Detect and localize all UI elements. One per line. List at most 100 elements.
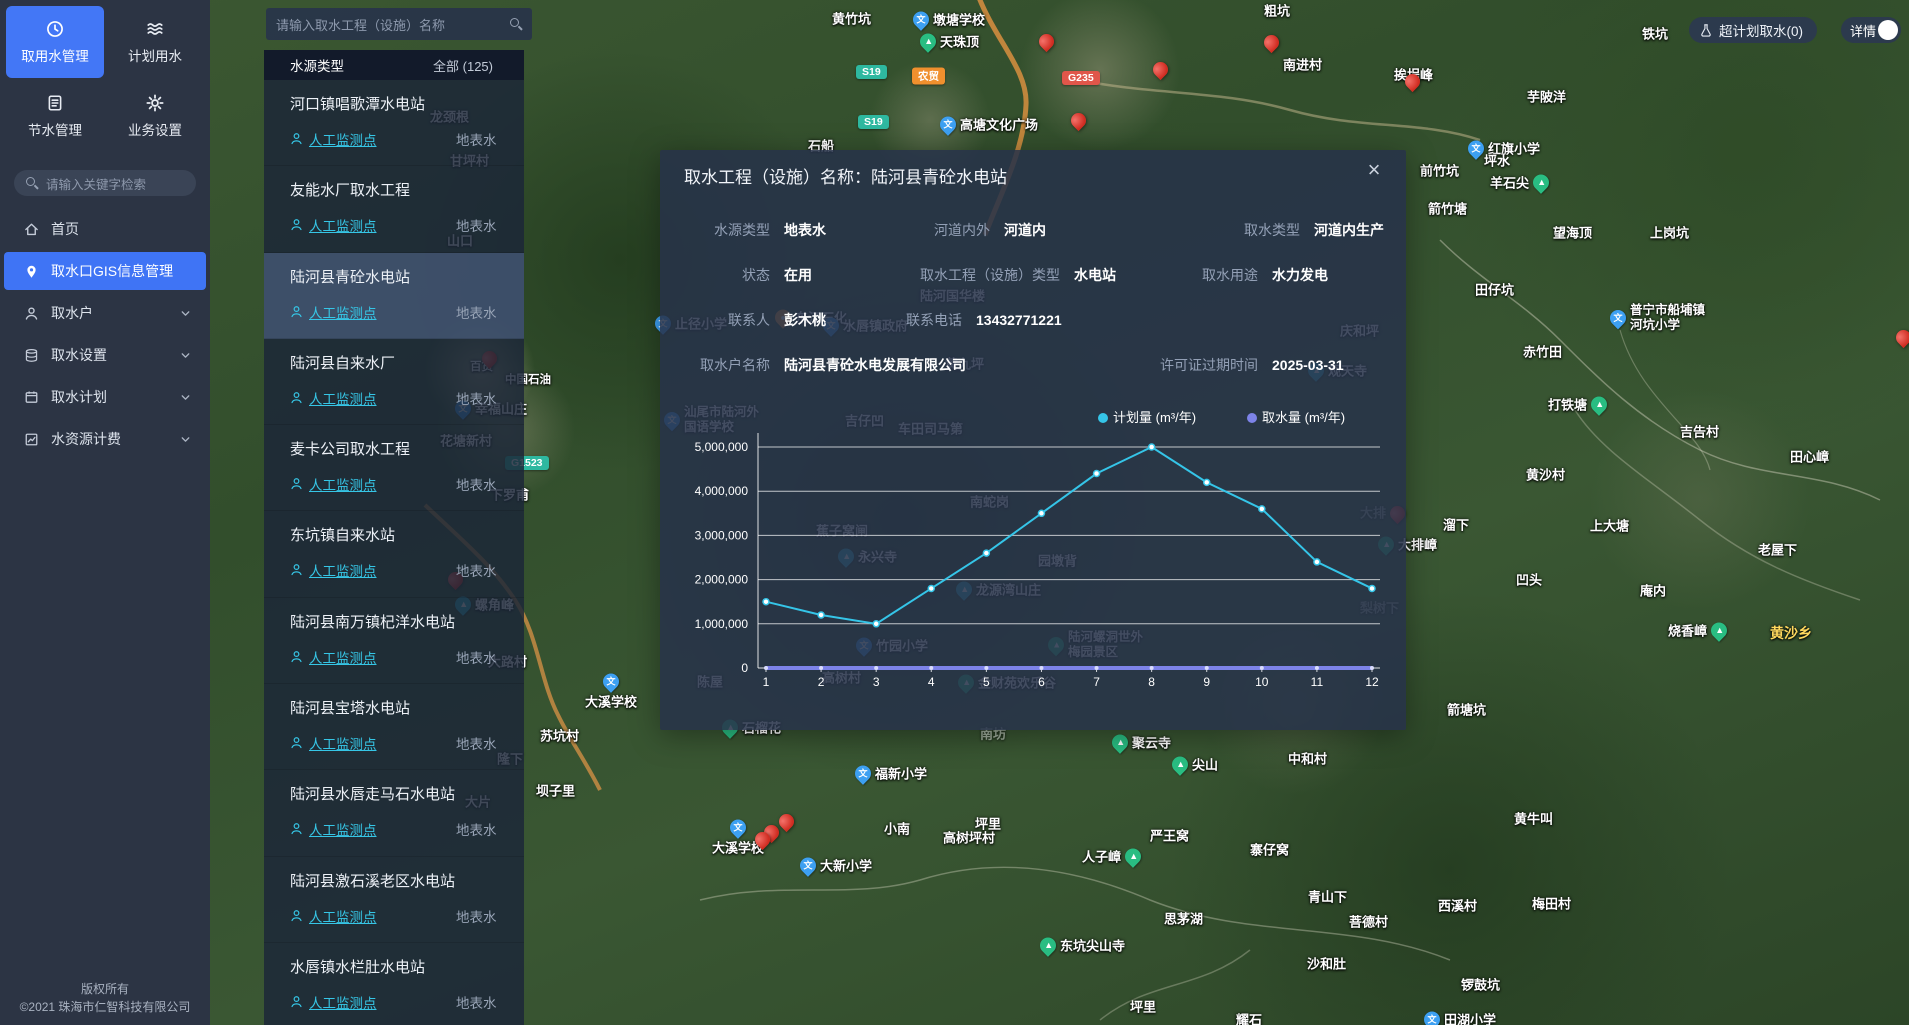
map-label-text: 田湖小学	[1444, 1010, 1496, 1025]
sidebar-item-pin[interactable]: 取水口GIS信息管理	[4, 252, 206, 290]
monitor-type-link[interactable]: 人工监测点	[309, 733, 377, 753]
school-marker-icon[interactable]: 文	[910, 8, 933, 31]
school-marker-icon[interactable]: 文	[1607, 307, 1630, 330]
app-tile-gear[interactable]: 业务设置	[106, 80, 204, 152]
field-label: 联系电话	[762, 310, 962, 330]
filter-dropdown[interactable]: 全部 (125)	[433, 56, 510, 75]
list-item[interactable]: 东坑镇自来水站人工监测点地表水	[264, 511, 524, 597]
map-label: 上岗坑	[1650, 223, 1689, 242]
list-item[interactable]: 陆河县南万镇杞洋水电站人工监测点地表水	[264, 598, 524, 684]
monitor-type-link[interactable]: 人工监测点	[309, 560, 377, 580]
school-marker: 文墩塘学校	[913, 10, 985, 29]
poi-marker-icon[interactable]: ▲	[1588, 393, 1611, 416]
sidebar-item-label: 取水口GIS信息管理	[51, 261, 173, 281]
map-label-text: 梅田村	[1532, 894, 1571, 913]
list-header: 水源类型 全部 (125)	[264, 50, 524, 80]
poi-marker-icon[interactable]: ▲	[1530, 171, 1553, 194]
poi-marker-icon[interactable]: ▲	[1122, 845, 1145, 868]
school-marker-icon[interactable]: 文	[727, 816, 750, 839]
svg-text:7: 7	[1093, 675, 1100, 689]
map-label: 沙和肚	[1307, 954, 1346, 973]
poi-marker-icon[interactable]: ▲	[917, 30, 940, 53]
app-tile-doc[interactable]: 节水管理	[6, 80, 104, 152]
person-icon	[290, 391, 303, 405]
school-marker-icon[interactable]: 文	[937, 113, 960, 136]
map-label-text: 黄牛叫	[1514, 809, 1553, 828]
app-tile-waves[interactable]: 计划用水	[106, 6, 204, 78]
map-label-text: 凹头	[1516, 570, 1542, 589]
map-label-text: 菩德村	[1349, 912, 1388, 931]
map-label-text: 严王窝	[1150, 826, 1189, 845]
intake-list-panel: 请输入取水工程（设施）名称 水源类型 全部 (125) 河口镇唱歌潭水电站人工监…	[264, 0, 524, 1025]
poi-marker-icon[interactable]: ▲	[1169, 753, 1192, 776]
sidebar-item-chart[interactable]: 水资源计费	[4, 420, 206, 458]
detail-toggle[interactable]: 详情	[1841, 17, 1901, 43]
monitor-type-link[interactable]: 人工监测点	[309, 388, 377, 408]
school-marker: 文普宁市船埔镇河坑小学	[1610, 303, 1715, 333]
over-plan-intake-button[interactable]: 超计划取水(0)	[1689, 17, 1817, 43]
svg-text:4: 4	[928, 675, 935, 689]
map-label-text: 粗坑	[1264, 1, 1290, 20]
sidebar-item-user[interactable]: 取水户	[4, 294, 206, 332]
svg-text:9: 9	[1203, 675, 1210, 689]
poi-marker-icon[interactable]: ▲	[1708, 619, 1731, 642]
monitor-type-link[interactable]: 人工监测点	[309, 819, 377, 839]
list-item[interactable]: 麦卡公司取水工程人工监测点地表水	[264, 425, 524, 511]
map-label-text: 芋陂洋	[1527, 87, 1566, 106]
intake-name: 河口镇唱歌潭水电站	[290, 93, 524, 114]
svg-text:5: 5	[983, 675, 990, 689]
mountain-marker: ▲天珠顶	[920, 32, 979, 51]
school-marker-icon[interactable]: 文	[852, 762, 875, 785]
intake-name: 友能水厂取水工程	[290, 179, 524, 200]
sidebar-item-db[interactable]: 取水设置	[4, 336, 206, 374]
list-item[interactable]: 陆河县激石溪老区水电站人工监测点地表水	[264, 857, 524, 943]
sidebar-search-input[interactable]: 请输入关键字检索	[14, 170, 196, 196]
list-item[interactable]: 陆河县水唇走马石水电站人工监测点地表水	[264, 770, 524, 856]
monitor-type-link[interactable]: 人工监测点	[309, 129, 377, 149]
water-type: 地表水	[456, 819, 497, 839]
school-marker-icon[interactable]: 文	[797, 854, 820, 877]
app-tile-clock[interactable]: 取用水管理	[6, 6, 104, 78]
list-item[interactable]: 河口镇唱歌潭水电站人工监测点地表水	[264, 80, 524, 166]
filter-label: 水源类型	[290, 55, 344, 75]
sidebar-item-home[interactable]: 首页	[4, 210, 206, 248]
monitor-type-link[interactable]: 人工监测点	[309, 647, 377, 667]
map-label-text: 铁坑	[1642, 24, 1668, 43]
sidebar-search-placeholder: 请输入关键字检索	[46, 174, 146, 193]
school-marker-icon[interactable]: 文	[1421, 1008, 1444, 1025]
poi-marker-icon[interactable]: ▲	[1037, 934, 1060, 957]
poi-marker-icon[interactable]: ▲	[1109, 731, 1132, 754]
sidebar-item-label: 首页	[51, 219, 79, 239]
intake-search-input[interactable]: 请输入取水工程（设施）名称	[266, 8, 532, 40]
monitor-type-link[interactable]: 人工监测点	[309, 474, 377, 494]
svg-text:2: 2	[818, 675, 825, 689]
db-icon	[24, 348, 39, 363]
toggle-knob	[1878, 20, 1898, 40]
list-item[interactable]: 陆河县自来水厂人工监测点地表水	[264, 339, 524, 425]
monitor-type-link[interactable]: 人工监测点	[309, 906, 377, 926]
monitor-type-link[interactable]: 人工监测点	[309, 302, 377, 322]
map-label-text: 沙和肚	[1307, 954, 1346, 973]
plan-vs-intake-chart: 01,000,0002,000,0003,000,0004,000,0005,0…	[660, 400, 1406, 720]
monitor-type-link[interactable]: 人工监测点	[309, 215, 377, 235]
map-label-text: 庵内	[1640, 581, 1666, 600]
close-icon[interactable]: ×	[1362, 158, 1386, 182]
intake-name: 陆河县激石溪老区水电站	[290, 870, 524, 891]
school-marker-icon[interactable]: 文	[600, 670, 623, 693]
sidebar-item-calendar[interactable]: 取水计划	[4, 378, 206, 416]
field-value: 河道内	[1004, 222, 1046, 238]
intake-name: 水唇镇水栏肚水电站	[290, 956, 524, 977]
list-item[interactable]: 陆河县青砼水电站人工监测点地表水	[264, 253, 524, 339]
person-icon	[290, 477, 303, 491]
intake-name: 陆河县宝塔水电站	[290, 697, 524, 718]
person-icon	[290, 995, 303, 1009]
map-label-text: 打铁塘	[1548, 395, 1587, 414]
intake-name: 陆河县自来水厂	[290, 352, 524, 373]
map-label: 坪里	[1130, 997, 1156, 1016]
list-item[interactable]: 友能水厂取水工程人工监测点地表水	[264, 166, 524, 252]
list-item[interactable]: 陆河县宝塔水电站人工监测点地表水	[264, 684, 524, 770]
monitor-type-link[interactable]: 人工监测点	[309, 992, 377, 1012]
list-item[interactable]: 水唇镇水栏肚水电站人工监测点地表水	[264, 943, 524, 1025]
chevron-down-icon	[179, 307, 192, 320]
intake-list: 水源类型 全部 (125) 河口镇唱歌潭水电站人工监测点地表水友能水厂取水工程人…	[264, 50, 524, 1025]
